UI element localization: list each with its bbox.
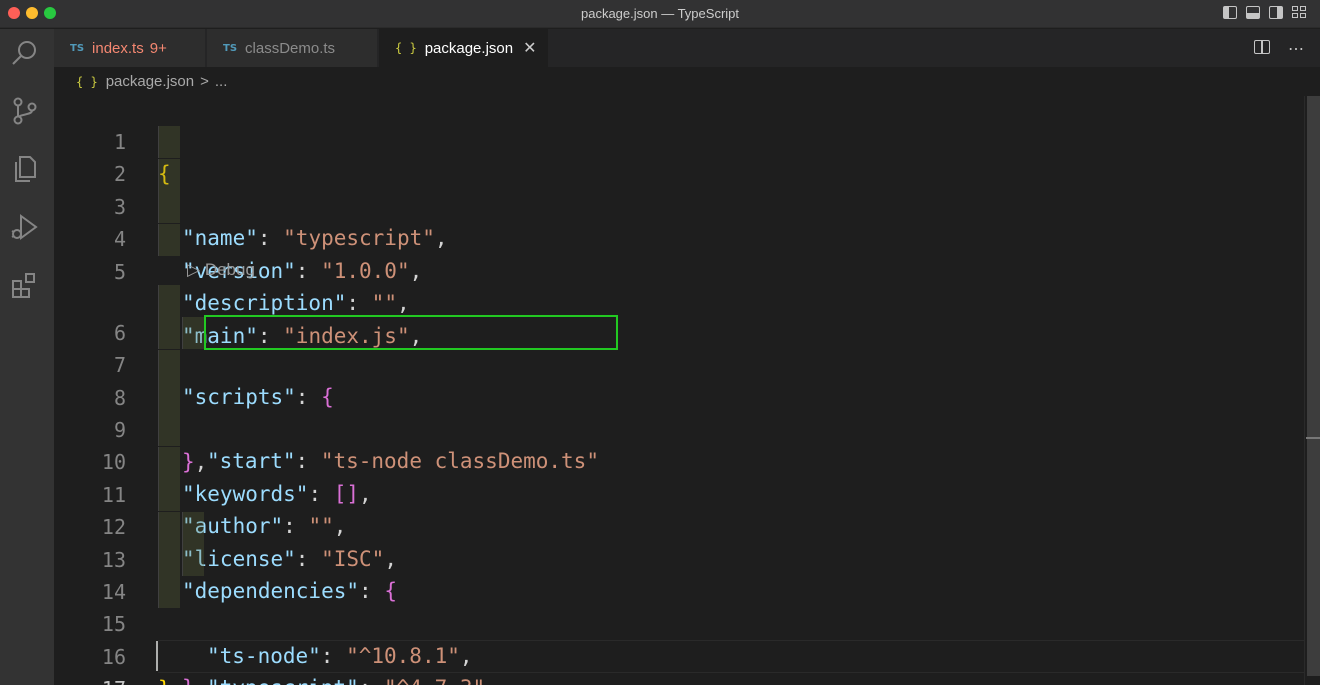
toggle-panel-icon[interactable] <box>1246 6 1260 19</box>
tab-index-ts[interactable]: TS index.ts 9+ <box>54 29 206 67</box>
breadcrumb-separator: > <box>200 73 209 90</box>
toggle-primary-sidebar-icon[interactable] <box>1223 6 1237 19</box>
code-line: 8 }, <box>54 350 1304 474</box>
debug-codelens-label: Debug <box>204 260 255 279</box>
tab-classdemo-ts[interactable]: TS classDemo.ts <box>207 29 378 67</box>
breadcrumb: { } package.json > ... <box>54 67 1304 96</box>
window-title: package.json — TypeScript <box>580 6 739 21</box>
source-control-icon[interactable] <box>9 95 41 127</box>
text-cursor <box>156 641 158 671</box>
customize-layout-icon[interactable] <box>1292 6 1306 19</box>
extensions-icon[interactable] <box>9 269 41 301</box>
tab-package-json[interactable]: { } package.json ✕ <box>379 29 549 67</box>
json-file-icon: { } <box>395 41 417 55</box>
line-number: 5 <box>113 260 126 284</box>
explorer-icon[interactable] <box>9 153 41 185</box>
code-line: 12 "dependencies": { <box>54 479 1304 603</box>
code-line: 14 "typescript": "^4.7.3" <box>54 544 1304 685</box>
activity-bar <box>0 29 54 685</box>
search-icon[interactable] <box>9 37 41 69</box>
run-debug-icon[interactable] <box>9 211 41 243</box>
debug-codelens[interactable]: ▷ Debug <box>187 256 255 284</box>
toggle-secondary-sidebar-icon[interactable] <box>1269 6 1283 19</box>
code-line: 13 "ts-node": "^10.8.1", <box>54 512 1304 668</box>
typescript-file-icon: TS <box>70 42 85 54</box>
split-editor-icon[interactable] <box>1254 40 1270 54</box>
tab-label: index.ts <box>92 39 144 57</box>
code-line: 6 "scripts": { <box>54 285 1304 409</box>
json-file-icon: { } <box>76 74 98 89</box>
close-tab-icon[interactable]: ✕ <box>523 38 536 58</box>
more-actions-icon[interactable]: ⋯ <box>1288 39 1304 59</box>
tab-label: package.json <box>424 39 514 57</box>
code-editor[interactable]: 1 { 2 "name": "typescript", 3 "version":… <box>54 96 1304 685</box>
code-line: 4 "description": "", <box>54 191 1304 315</box>
scrollbar-thumb[interactable] <box>1307 96 1320 676</box>
breadcrumb-symbol[interactable]: ... <box>215 73 228 90</box>
code-line: 5 "main": "index.js", <box>54 224 1304 348</box>
code-line: 15 } <box>54 576 1304 685</box>
code-line: 17 <box>54 641 1304 685</box>
title-bar: package.json — TypeScript <box>0 0 1320 28</box>
code-line: 2 "name": "typescript", <box>54 126 1304 250</box>
breadcrumb-file[interactable]: package.json <box>106 73 194 90</box>
code-line: 10 "author": "", <box>54 414 1304 538</box>
problem-count-badge: 9+ <box>149 39 167 57</box>
typescript-file-icon: TS <box>223 42 238 54</box>
scrollbar-cursor-marker <box>1306 437 1320 439</box>
code-line: 1 { <box>54 94 1304 186</box>
code-line: 11 "license": "ISC", <box>54 447 1304 571</box>
code-line: 9 "keywords": [], <box>54 382 1304 506</box>
vertical-scrollbar[interactable] <box>1304 96 1320 685</box>
editor-tabs: TS index.ts 9+ TS classDemo.ts { } packa… <box>54 29 1320 67</box>
tab-label: classDemo.ts <box>245 39 336 57</box>
code-line: 16 } <box>54 609 1304 685</box>
play-icon: ▷ <box>187 260 201 279</box>
code-line: 3 "version": "1.0.0", <box>54 159 1304 283</box>
line-number: 17 <box>66 673 126 685</box>
highlight-annotation-box <box>204 315 618 350</box>
